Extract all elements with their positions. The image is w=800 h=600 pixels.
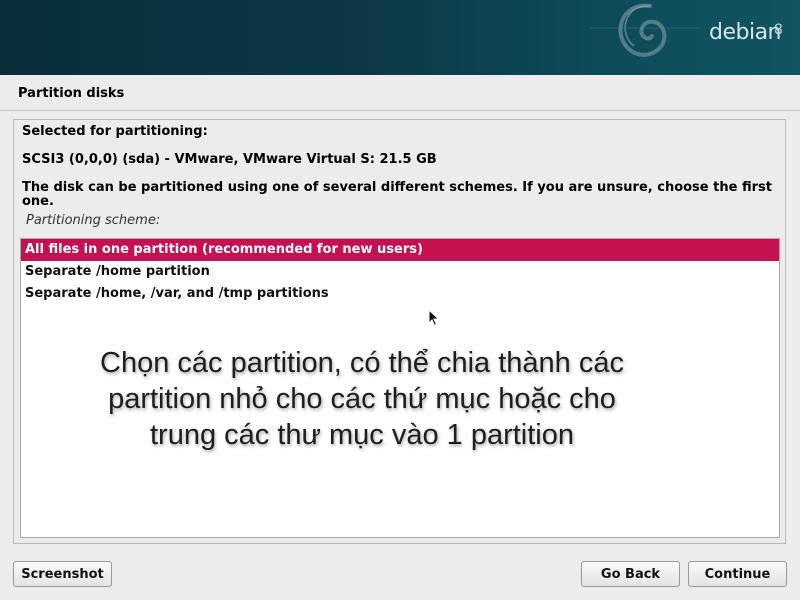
page-title: Partition disks (18, 86, 125, 101)
debian-logo-text: debian (709, 20, 782, 45)
caption-overlay: Chọn các partition, có thể chia thành cá… (52, 345, 672, 453)
caption-line-3: trung các thư mục vào 1 partition (149, 419, 574, 451)
description-line-1: The disk can be partitioned using one of… (22, 180, 772, 195)
mouse-pointer-icon (428, 309, 440, 327)
list-item-separate-home-var-tmp[interactable]: Separate /home, /var, and /tmp partition… (21, 283, 779, 305)
debian-version: 8 (774, 22, 783, 38)
caption-line-2: partition nhỏ cho các thứ mục hoặc cho (108, 383, 616, 415)
continue-button[interactable]: Continue (688, 561, 787, 587)
debian-swirl-icon (590, 3, 700, 57)
selected-label: Selected for partitioning: (22, 124, 208, 139)
go-back-button[interactable]: Go Back (581, 561, 680, 587)
list-item-separate-home[interactable]: Separate /home partition (21, 261, 779, 283)
title-separator (0, 110, 800, 111)
content-panel: Selected for partitioning: SCSI3 (0,0,0)… (13, 119, 786, 544)
screenshot-button[interactable]: Screenshot (13, 561, 112, 587)
header-banner: debian 8 (0, 0, 800, 75)
scheme-label: Partitioning scheme: (26, 213, 161, 228)
caption-line-1: Chọn các partition, có thể chia thành cá… (100, 347, 624, 379)
list-item-all-in-one[interactable]: All files in one partition (recommended … (21, 239, 779, 261)
disk-description: SCSI3 (0,0,0) (sda) - VMware, VMware Vir… (22, 152, 437, 167)
description-line-2: one. (22, 194, 54, 209)
